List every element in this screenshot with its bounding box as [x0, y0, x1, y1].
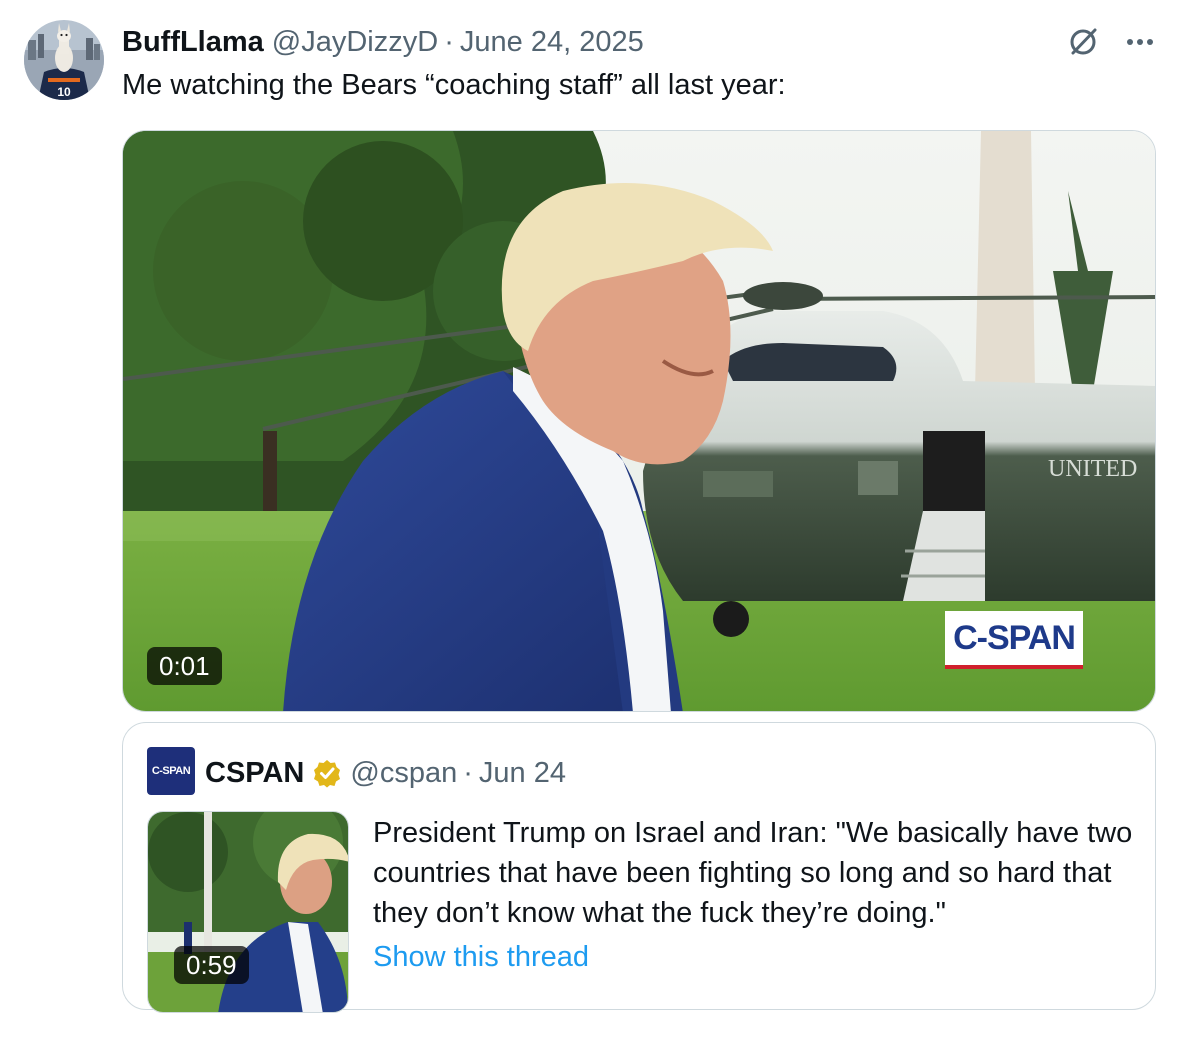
show-thread-link[interactable]: Show this thread: [373, 941, 589, 974]
tweet-header: BuffLlama @JayDizzyD · June 24, 2025: [122, 22, 644, 62]
author-handle[interactable]: @JayDizzyD: [272, 26, 438, 59]
quoted-separator-dot: ·: [463, 756, 473, 789]
tweet: 10 BuffLlama @JayDizzyD · June 24, 2025 …: [0, 0, 1184, 1056]
grok-icon[interactable]: [1066, 24, 1102, 60]
author-avatar[interactable]: 10: [24, 20, 104, 100]
more-options-icon[interactable]: [1122, 24, 1158, 60]
quoted-video-thumbnail[interactable]: 0:59: [147, 811, 349, 1013]
video-duration: 0:01: [147, 647, 222, 685]
quoted-video-duration: 0:59: [174, 946, 249, 984]
separator-dot: ·: [444, 25, 454, 58]
author-name[interactable]: BuffLlama: [122, 26, 264, 59]
tweet-date[interactable]: June 24, 2025: [460, 26, 644, 59]
avatar-jersey-number: 10: [57, 85, 71, 99]
quoted-author-avatar[interactable]: C-SPAN: [147, 747, 195, 795]
aircraft-lettering: UNITED: [1048, 456, 1137, 482]
quoted-author-name[interactable]: CSPAN: [205, 757, 304, 790]
quoted-author-handle[interactable]: @cspan: [350, 757, 457, 790]
verified-badge-icon: [314, 760, 341, 788]
tweet-text: Me watching the Bears “coaching staff” a…: [122, 69, 786, 101]
video-player[interactable]: UNITED C-SPAN 0:01: [122, 130, 1156, 712]
quoted-tweet-date[interactable]: Jun 24: [479, 757, 566, 790]
cspan-watermark: C-SPAN: [945, 611, 1083, 669]
quoted-tweet[interactable]: C-SPAN CSPAN @cspan · Jun 24 0:59 Presid…: [122, 722, 1156, 1013]
quoted-tweet-header: CSPAN @cspan · Jun 24: [205, 753, 566, 793]
quoted-tweet-text: President Trump on Israel and Iran: "We …: [373, 817, 1133, 929]
